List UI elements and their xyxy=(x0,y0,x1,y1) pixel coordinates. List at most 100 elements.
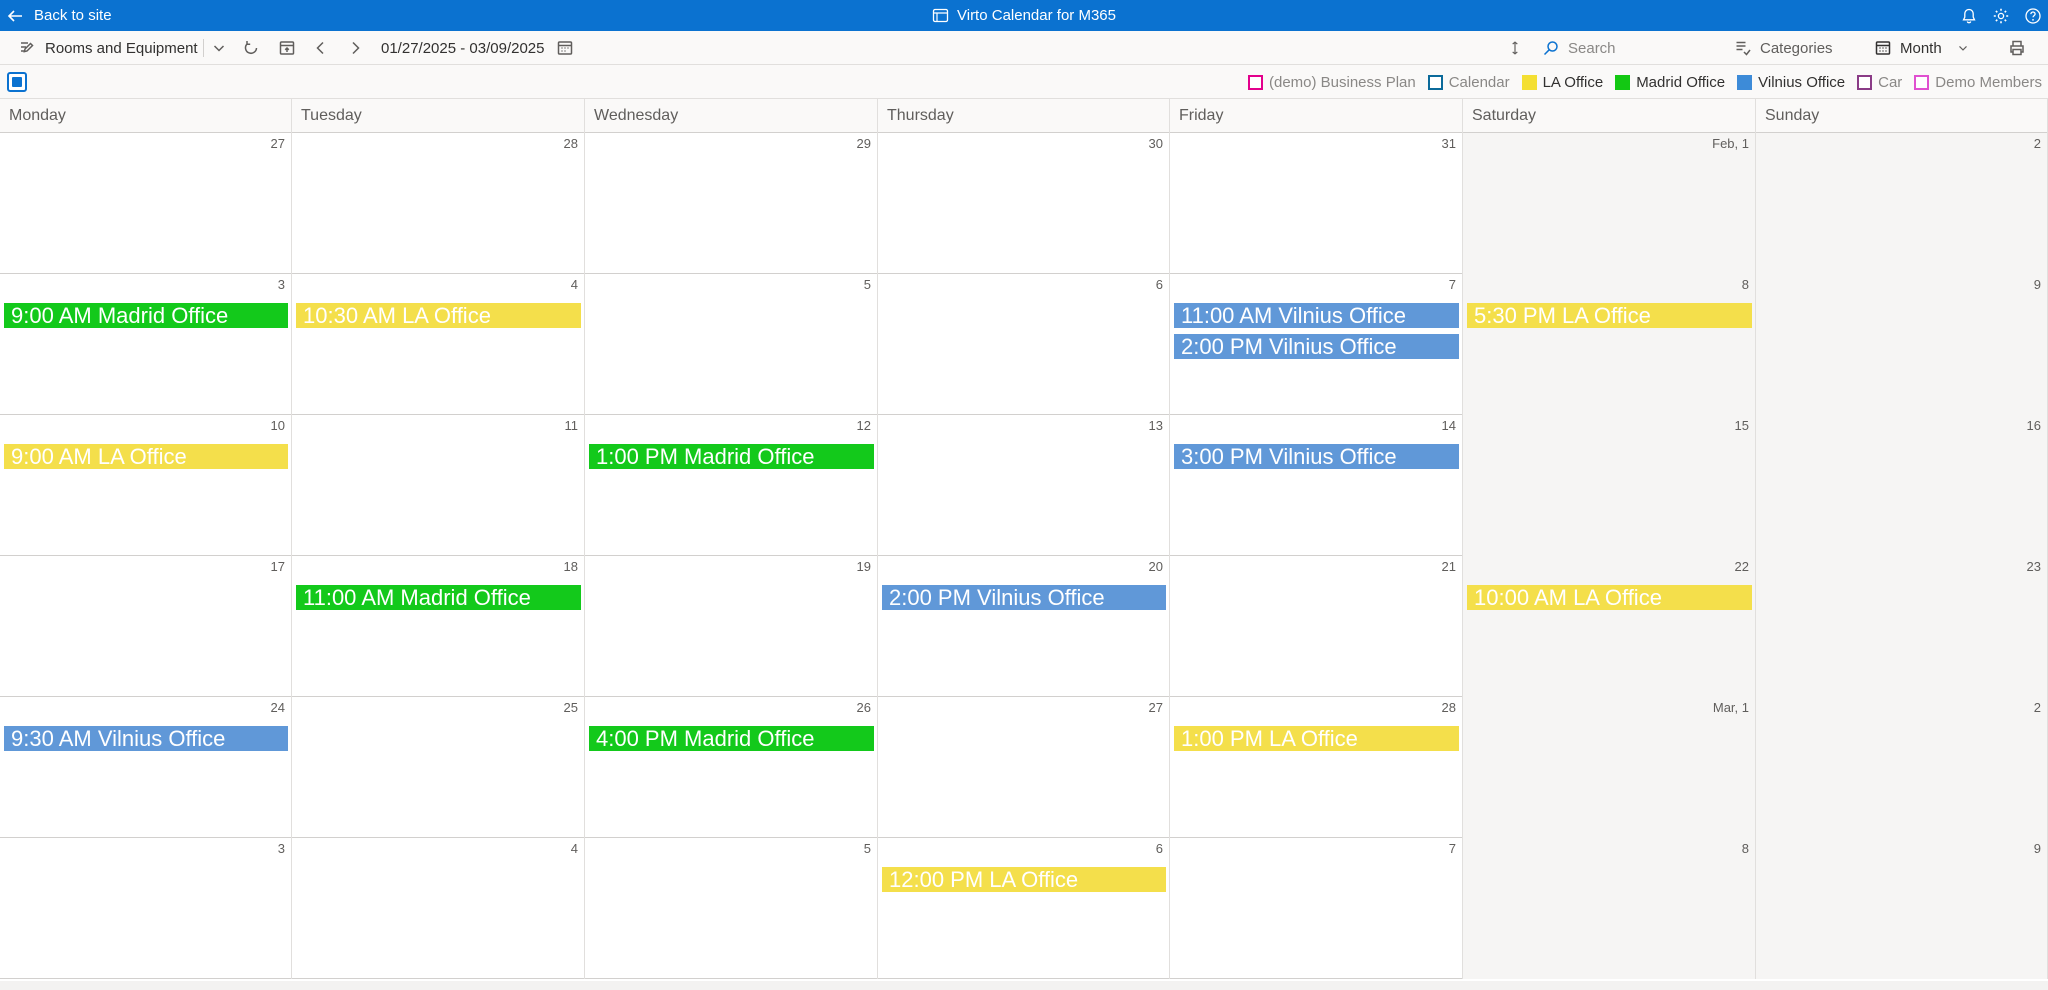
day-cell[interactable]: 16 xyxy=(1756,415,2048,556)
legend-item[interactable]: Car xyxy=(1857,74,1902,91)
day-number: 5 xyxy=(863,841,871,856)
day-cell[interactable]: 20 2:00 PM Vilnius Office xyxy=(878,556,1170,697)
day-cell[interactable]: 31 xyxy=(1170,133,1463,274)
day-cell[interactable]: 18 11:00 AM Madrid Office xyxy=(292,556,585,697)
calendar-event[interactable]: 1:00 PM LA Office xyxy=(1174,726,1459,751)
legend-bar: (demo) Business Plan Calendar LA Office Mad… xyxy=(0,65,2048,99)
day-cell[interactable]: 17 xyxy=(0,556,292,697)
calendar-event[interactable]: 1:00 PM Madrid Office xyxy=(589,444,874,469)
day-number: 18 xyxy=(563,559,578,574)
day-cell[interactable]: 28 1:00 PM LA Office xyxy=(1170,697,1463,838)
gear-icon[interactable] xyxy=(1992,7,2010,25)
calendar-event[interactable]: 10:00 AM LA Office xyxy=(1467,585,1752,610)
day-cell[interactable]: 11 xyxy=(292,415,585,556)
day-cell[interactable]: 12 1:00 PM Madrid Office xyxy=(585,415,878,556)
day-cell[interactable]: 30 xyxy=(878,133,1170,274)
legend-item[interactable]: Madrid Office xyxy=(1615,74,1725,91)
refresh-icon xyxy=(244,41,258,54)
calendar-event[interactable]: 2:00 PM Vilnius Office xyxy=(882,585,1166,610)
day-cell[interactable]: 3 xyxy=(0,838,292,979)
day-cell[interactable]: 5 xyxy=(585,838,878,979)
calendar-legend: (demo) Business Plan Calendar LA Office Mad… xyxy=(1247,65,2042,99)
chevron-right-icon xyxy=(352,41,360,55)
calendar-event[interactable]: 2:00 PM Vilnius Office xyxy=(1174,334,1459,359)
day-cell[interactable]: 4 10:30 AM LA Office xyxy=(292,274,585,415)
legend-label: Calendar xyxy=(1448,73,1510,91)
day-cell[interactable]: 9 xyxy=(1756,274,2048,415)
day-number: 25 xyxy=(563,700,578,715)
bell-icon[interactable] xyxy=(1960,7,1978,25)
calendar-event[interactable]: 10:30 AM LA Office xyxy=(296,303,581,328)
print-button[interactable] xyxy=(2008,31,2026,65)
calendar-event[interactable]: 5:30 PM LA Office xyxy=(1467,303,1752,328)
search-box[interactable]: Search xyxy=(1542,31,1616,65)
calendar-event[interactable]: 11:00 AM Madrid Office xyxy=(296,585,581,610)
day-cell[interactable]: 26 4:00 PM Madrid Office xyxy=(585,697,878,838)
week-row: 10 9:00 AM LA Office 11 12 1:00 PM Madrid Of… xyxy=(0,415,2048,556)
day-cell[interactable]: 9 xyxy=(1756,838,2048,979)
day-cell[interactable]: 4 xyxy=(292,838,585,979)
calendar-event[interactable]: 4:00 PM Madrid Office xyxy=(589,726,874,751)
day-cell[interactable]: 2 xyxy=(1756,697,2048,838)
day-number: 16 xyxy=(2026,418,2041,433)
day-number: 20 xyxy=(1148,559,1163,574)
legend-item[interactable]: (demo) Business Plan xyxy=(1247,74,1416,91)
day-number: 21 xyxy=(1441,559,1456,574)
calendar-event[interactable]: 9:30 AM Vilnius Office xyxy=(4,726,288,751)
view-dropdown-button[interactable] xyxy=(210,31,228,65)
refresh-button[interactable] xyxy=(242,31,260,65)
day-cell[interactable]: 14 3:00 PM Vilnius Office xyxy=(1170,415,1463,556)
legend-item[interactable]: Vilnius Office xyxy=(1737,74,1845,91)
day-cell[interactable]: 24 9:30 AM Vilnius Office xyxy=(0,697,292,838)
legend-item[interactable]: Calendar xyxy=(1427,73,1510,91)
calendar-event[interactable]: 11:00 AM Vilnius Office xyxy=(1174,303,1459,328)
day-cell[interactable]: 8 5:30 PM LA Office xyxy=(1463,274,1756,415)
date-picker-button[interactable] xyxy=(556,31,574,65)
day-cell[interactable]: 10 9:00 AM LA Office xyxy=(0,415,292,556)
day-cell[interactable]: 19 xyxy=(585,556,878,697)
day-cell[interactable]: 27 xyxy=(878,697,1170,838)
calendar-event[interactable]: 9:00 AM Madrid Office xyxy=(4,303,288,328)
app-title-text: Virto Calendar for M365 xyxy=(957,7,1116,24)
day-cell[interactable]: 5 xyxy=(585,274,878,415)
row-height-toggle[interactable] xyxy=(1508,31,1522,65)
day-cell[interactable]: 3 9:00 AM Madrid Office xyxy=(0,274,292,415)
weekday-header: Saturday xyxy=(1463,99,1756,133)
day-cell[interactable]: 7 11:00 AM Vilnius Office 2:00 PM Vilnius … xyxy=(1170,274,1463,415)
day-cell[interactable]: 6 12:00 PM LA Office xyxy=(878,838,1170,979)
day-number: 30 xyxy=(1148,136,1163,151)
day-cell[interactable]: Feb, 1 xyxy=(1463,133,1756,274)
today-button[interactable] xyxy=(278,31,296,65)
select-all-calendars-button[interactable] xyxy=(7,72,27,92)
week-row: 17 18 11:00 AM Madrid Office 19 20 2:00 PM Vi… xyxy=(0,556,2048,697)
legend-item[interactable]: LA Office xyxy=(1521,74,1603,91)
help-icon[interactable] xyxy=(2024,7,2042,25)
day-cell[interactable]: 25 xyxy=(292,697,585,838)
day-cell[interactable]: 22 10:00 AM LA Office xyxy=(1463,556,1756,697)
day-cell[interactable]: 13 xyxy=(878,415,1170,556)
day-cell[interactable]: 6 xyxy=(878,274,1170,415)
view-mode-dropdown[interactable]: Month xyxy=(1874,31,1970,65)
day-cell[interactable]: 8 xyxy=(1463,838,1756,979)
categories-button[interactable]: Categories xyxy=(1734,31,1833,65)
previous-button[interactable] xyxy=(312,31,330,65)
day-cell[interactable]: Mar, 1 xyxy=(1463,697,1756,838)
day-cell[interactable]: 15 xyxy=(1463,415,1756,556)
week-row: 27 28 29 30 31 Feb, 1 2 xyxy=(0,133,2048,274)
day-number: 6 xyxy=(1155,841,1163,856)
next-button[interactable] xyxy=(346,31,364,65)
view-selector[interactable]: Rooms and Equipment xyxy=(18,31,198,65)
day-cell[interactable]: 23 xyxy=(1756,556,2048,697)
legend-swatch xyxy=(1615,74,1631,90)
day-cell[interactable]: 21 xyxy=(1170,556,1463,697)
day-cell[interactable]: 28 xyxy=(292,133,585,274)
calendar-event[interactable]: 3:00 PM Vilnius Office xyxy=(1174,444,1459,469)
legend-item[interactable]: Demo Members xyxy=(1914,74,2042,91)
day-cell[interactable]: 27 xyxy=(0,133,292,274)
day-cell[interactable]: 7 xyxy=(1170,838,1463,979)
legend-label: Demo Members xyxy=(1935,73,2042,91)
day-cell[interactable]: 29 xyxy=(585,133,878,274)
calendar-event[interactable]: 9:00 AM LA Office xyxy=(4,444,288,469)
calendar-event[interactable]: 12:00 PM LA Office xyxy=(882,867,1166,892)
day-cell[interactable]: 2 xyxy=(1756,133,2048,274)
